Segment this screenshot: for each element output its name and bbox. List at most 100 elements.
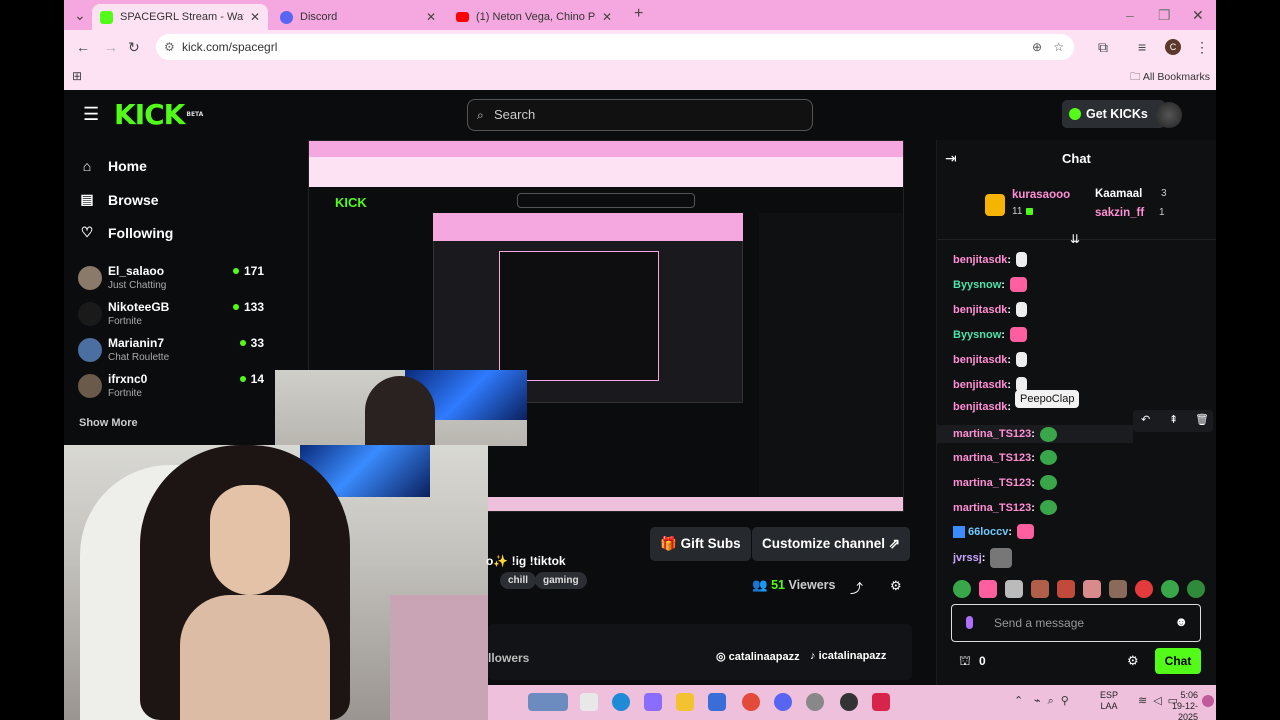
close-icon[interactable]: ✕: [250, 10, 260, 24]
notification-badge[interactable]: [1202, 695, 1214, 707]
chat-message[interactable]: Byysnow:: [953, 327, 1027, 342]
emote-icon[interactable]: [1083, 580, 1101, 598]
delete-icon[interactable]: 🗑: [1195, 413, 1209, 426]
leader-name[interactable]: sakzin_ff: [1095, 207, 1144, 219]
new-tab-icon[interactable]: +: [634, 6, 643, 22]
tray-icons[interactable]: ⌁⌕⚲: [1034, 694, 1076, 708]
menu-icon[interactable]: ⋮: [1195, 40, 1209, 54]
forward-icon[interactable]: →: [104, 40, 118, 54]
chat-message[interactable]: 66loccv:: [953, 524, 1035, 539]
maximize-icon[interactable]: ❐: [1158, 8, 1171, 22]
tiktok-link[interactable]: ♪ icatalinapazz: [810, 650, 886, 662]
chat-username[interactable]: martina_TS123: [953, 428, 1031, 440]
minimize-icon[interactable]: –: [1126, 8, 1134, 22]
chat-message[interactable]: benjitasdk:: [953, 252, 1028, 267]
chat-username[interactable]: martina_TS123: [953, 502, 1031, 514]
hamburger-menu-icon[interactable]: ☰: [83, 105, 99, 123]
chat-message[interactable]: martina_TS123:: [953, 475, 1057, 490]
kicks-wallet-icon[interactable]: ⛫: [959, 653, 971, 671]
sidebar-channel[interactable]: El_salaoo Just Chatting 171: [78, 264, 264, 296]
chat-message[interactable]: benjitasdk:: [953, 401, 1011, 413]
language-indicator[interactable]: ESP LAA: [1100, 690, 1118, 712]
app-icon[interactable]: [872, 693, 890, 711]
store-icon[interactable]: [708, 693, 726, 711]
emoji-icon[interactable]: ☻: [1174, 614, 1188, 629]
emote-icon[interactable]: [1161, 580, 1179, 598]
sidebar-channel[interactable]: Marianin7 Chat Roulette 33: [78, 336, 264, 368]
chat-message[interactable]: benjitasdk:: [953, 352, 1028, 367]
chrome-icon[interactable]: [742, 693, 760, 711]
leader-name[interactable]: Kaamaal: [1095, 188, 1142, 200]
chat-username[interactable]: 66loccv: [968, 526, 1008, 538]
tab-youtube[interactable]: (1) Neton Vega, Chino Pacas - C ✕: [448, 4, 620, 30]
emote-icon[interactable]: [1135, 580, 1153, 598]
all-bookmarks[interactable]: 🗀 All Bookmarks: [1130, 69, 1210, 87]
chat-username[interactable]: martina_TS123: [953, 477, 1031, 489]
chat-username[interactable]: benjitasdk: [953, 401, 1007, 413]
extensions-icon[interactable]: ⧉: [1098, 40, 1108, 54]
chat-message[interactable]: jvrssj:: [953, 548, 1013, 568]
instagram-link[interactable]: ◎ catalinaapazz: [716, 650, 800, 663]
chat-input[interactable]: Send a message ☻: [951, 604, 1201, 642]
zoom-icon[interactable]: ⊕: [1032, 34, 1042, 60]
settings-icon[interactable]: [806, 693, 824, 711]
moderator-icon[interactable]: ⚙: [890, 578, 902, 594]
chat-username[interactable]: benjitasdk: [953, 254, 1007, 266]
chat-username[interactable]: Byysnow: [953, 279, 1001, 291]
emote-icon[interactable]: [953, 580, 971, 598]
send-chat-button[interactable]: Chat: [1155, 648, 1201, 674]
url-field[interactable]: ⚙ kick.com/spacegrl ⊕ ☆: [156, 34, 1074, 60]
get-kicks-button[interactable]: Get KICKs: [1062, 100, 1165, 128]
chat-message[interactable]: martina_TS123:: [953, 450, 1057, 465]
show-more-link[interactable]: Show More: [79, 417, 138, 429]
chat-username[interactable]: jvrssj: [953, 552, 982, 564]
emote-icon[interactable]: [1005, 580, 1023, 598]
chat-message[interactable]: Byysnow:: [953, 277, 1027, 292]
pin-icon[interactable]: ⇞: [1169, 413, 1178, 426]
user-avatar[interactable]: [1156, 102, 1182, 128]
share-icon[interactable]: ⤴: [850, 578, 863, 597]
chat-settings-icon[interactable]: ⚙: [1127, 653, 1139, 669]
bookmark-star-icon[interactable]: ☆: [1053, 34, 1064, 60]
obs-icon[interactable]: [840, 693, 858, 711]
copilot-icon[interactable]: [644, 693, 662, 711]
tab-kick[interactable]: SPACEGRL Stream - Watch Live ✕: [92, 4, 268, 30]
chat-username[interactable]: benjitasdk: [953, 379, 1007, 391]
chat-username[interactable]: martina_TS123: [953, 452, 1031, 464]
emote-icon[interactable]: [1031, 580, 1049, 598]
edge-icon[interactable]: [612, 693, 630, 711]
back-icon[interactable]: ←: [76, 40, 90, 54]
discord-icon[interactable]: [774, 693, 792, 711]
customize-channel-button[interactable]: Customize channel ⇗: [752, 527, 911, 561]
nav-browse[interactable]: ▤ Browse: [80, 191, 158, 208]
chat-message[interactable]: benjitasdk:: [953, 302, 1028, 317]
clock[interactable]: 5:06 19-12-2025: [1154, 690, 1198, 720]
close-icon[interactable]: ✕: [426, 10, 436, 24]
tab-discord[interactable]: Discord ✕: [272, 4, 444, 30]
reload-icon[interactable]: ↻: [128, 40, 140, 54]
leader-name[interactable]: kurasaooo: [1012, 189, 1070, 201]
collapse-chat-icon[interactable]: ⇥: [945, 150, 957, 167]
nav-home[interactable]: ⌂ Home: [80, 158, 147, 174]
emote-icon[interactable]: [979, 580, 997, 598]
media-icon[interactable]: ≡: [1138, 40, 1146, 54]
emote-icon[interactable]: [1057, 580, 1075, 598]
gift-subs-button[interactable]: 🎁 Gift Subs: [650, 527, 751, 561]
emote-icon[interactable]: [1187, 580, 1205, 598]
mic-icon[interactable]: [966, 616, 973, 629]
chat-message[interactable]: martina_TS123:: [953, 500, 1057, 515]
search-input[interactable]: ⌕ Search: [467, 99, 813, 131]
profile-avatar[interactable]: C: [1165, 39, 1181, 55]
sidebar-channel[interactable]: ifrxnc0 Fortnite 14: [78, 372, 264, 404]
file-explorer-icon[interactable]: [676, 693, 694, 711]
chat-username[interactable]: benjitasdk: [953, 354, 1007, 366]
tag-chill[interactable]: chill: [500, 572, 537, 589]
kick-logo[interactable]: KICK BETA: [114, 100, 203, 130]
sidebar-channel[interactable]: NikoteeGB Fortnite 133: [78, 300, 264, 332]
tab-search-icon[interactable]: ⌄: [74, 8, 86, 22]
tag-gaming[interactable]: gaming: [535, 572, 587, 589]
apps-icon[interactable]: ⊞: [72, 69, 82, 83]
window-close-icon[interactable]: ✕: [1192, 8, 1204, 22]
tray-chevron-icon[interactable]: ⌃: [1014, 694, 1023, 707]
site-info-icon[interactable]: ⚙: [164, 34, 175, 60]
